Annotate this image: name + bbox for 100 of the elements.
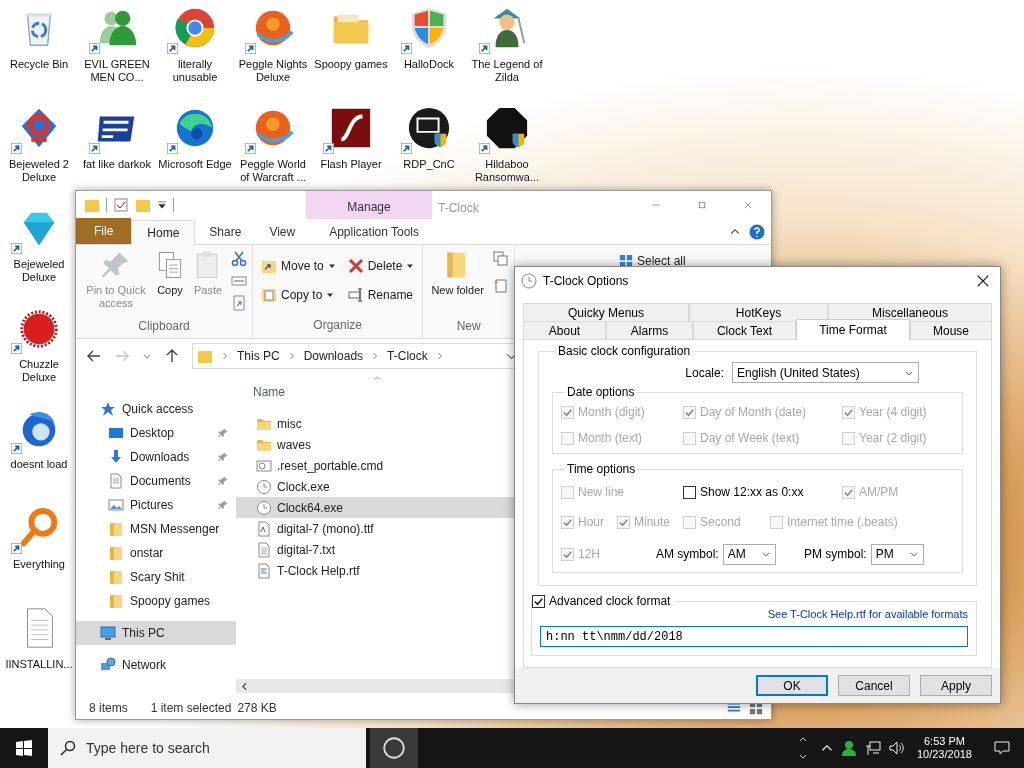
- dialog-button[interactable]: OK: [756, 675, 828, 696]
- ribbon-button[interactable]: Delete: [347, 253, 415, 279]
- desktop-icon-label[interactable]: doesnt load: [1, 458, 77, 471]
- nav-item[interactable]: Documents: [76, 469, 236, 493]
- desktop-icon-label[interactable]: Spoopy games: [313, 58, 389, 71]
- checkbox[interactable]: [532, 594, 545, 608]
- computer-icon: [100, 625, 116, 641]
- checkbox-label: Internet time (.beats): [787, 514, 898, 531]
- back-arrow-icon[interactable]: [86, 348, 102, 364]
- group-title: Date options: [566, 384, 636, 401]
- folder-icon: [197, 348, 213, 364]
- close-icon[interactable]: [976, 273, 990, 288]
- nav-item[interactable]: onstar: [76, 541, 236, 565]
- tab[interactable]: HotKeys: [689, 303, 828, 321]
- ribbon-tab[interactable]: File: [76, 218, 132, 244]
- breadcrumb[interactable]: This PC: [237, 347, 280, 365]
- details-view-icon[interactable]: [727, 701, 741, 715]
- properties-icon[interactable]: [113, 197, 129, 213]
- desktop-icon-label[interactable]: Microsoft Edge: [157, 158, 233, 171]
- tab[interactable]: About: [523, 321, 606, 339]
- chevron-down-icon: [908, 549, 919, 559]
- dropdown[interactable]: AM: [722, 543, 776, 565]
- tab[interactable]: Miscellaneous: [828, 303, 992, 321]
- shortcut-arrow-icon: [11, 243, 22, 254]
- ribbon-tab[interactable]: View: [255, 219, 310, 244]
- nav-item[interactable]: Scary Shit: [76, 565, 236, 589]
- desktop-icon-label[interactable]: HalloDock: [391, 58, 467, 71]
- scroll-left-icon: [240, 681, 249, 691]
- desktop-icon-label[interactable]: The Legend of Zilda: [469, 58, 545, 84]
- taskbar-button[interactable]: [370, 728, 418, 768]
- shortcut-arrow-icon: [11, 443, 22, 454]
- shortcut-file-icon[interactable]: [231, 295, 247, 311]
- nav-item[interactable]: MSN Messenger: [76, 517, 236, 541]
- breadcrumb[interactable]: T-Clock: [387, 347, 428, 365]
- folder-icon: [108, 521, 124, 537]
- clock[interactable]: 6:53 PM 10/23/2018: [908, 735, 980, 761]
- ribbon-button[interactable]: New folder: [428, 245, 487, 317]
- desktop-icon-label[interactable]: Peggle Nights Deluxe: [235, 58, 311, 84]
- desktop-icon-label[interactable]: IINSTALLIN...: [1, 658, 77, 671]
- nav-item[interactable]: This PC: [76, 621, 236, 645]
- stacked-pages-icon[interactable]: [492, 251, 509, 267]
- network-icon[interactable]: [864, 740, 881, 756]
- dialog-button[interactable]: Apply: [920, 675, 992, 696]
- chevron-down-icon: [760, 549, 771, 559]
- new-item-icon[interactable]: [492, 277, 509, 293]
- desktop-icon-label[interactable]: Chuzzle Deluxe: [1, 358, 77, 384]
- desktop-icon-label[interactable]: Peggle World of Warcraft ...: [235, 158, 311, 184]
- desktop-icon-label[interactable]: literally unusable: [157, 58, 233, 84]
- ribbon-tab[interactable]: Application Tools: [315, 219, 434, 244]
- notification-icon[interactable]: [994, 740, 1010, 756]
- nav-item[interactable]: Desktop: [76, 421, 236, 445]
- format-field[interactable]: h:nn tt\nmm/dd/2018: [540, 626, 968, 647]
- help-link[interactable]: See T-Clock Help.rtf for available formats: [767, 606, 968, 623]
- desktop-icon-label[interactable]: RDP_CnC: [391, 158, 467, 171]
- checkbox[interactable]: [683, 485, 696, 499]
- dialog-button[interactable]: Cancel: [838, 675, 910, 696]
- clock-icon: [521, 272, 537, 289]
- desktop-icon-label[interactable]: Bejeweled Deluxe: [1, 258, 77, 284]
- nav-item[interactable]: Spoopy games: [76, 589, 236, 613]
- nav-item[interactable]: Pictures: [76, 493, 236, 517]
- nav-item[interactable]: Network: [76, 653, 236, 677]
- person-icon[interactable]: [840, 740, 857, 756]
- desktop-icon-label[interactable]: Everything: [1, 558, 77, 571]
- checkbox-label: Year (4 digit): [859, 404, 927, 421]
- desktop-icon-label[interactable]: Recycle Bin: [1, 58, 77, 71]
- ribbon-tab[interactable]: Share: [195, 219, 256, 244]
- monitor-icon[interactable]: [406, 105, 452, 151]
- desktop-icon-label[interactable]: Flash Player: [313, 158, 389, 171]
- nav-item[interactable]: Quick access: [76, 397, 236, 421]
- tab[interactable]: Quicky Menus: [523, 303, 689, 321]
- help-icon[interactable]: [749, 224, 765, 240]
- tab[interactable]: Alarms: [606, 321, 693, 339]
- tab[interactable]: Mouse: [910, 321, 992, 339]
- search-field[interactable]: Type here to search: [48, 728, 366, 768]
- group-title: Basic clock configuration: [557, 343, 692, 360]
- ribbon-button[interactable]: Rename: [347, 282, 415, 308]
- tab[interactable]: Clock Text: [693, 321, 796, 339]
- desktop-icon-label[interactable]: Hildaboo Ransomwa...: [469, 158, 545, 184]
- desktop-icon-label[interactable]: Bejeweled 2 Deluxe: [1, 158, 77, 184]
- ribbon-button[interactable]: Copy to: [261, 282, 336, 308]
- dropdown[interactable]: PM: [870, 543, 924, 565]
- desktop-icon-label[interactable]: fat like darkok: [79, 158, 155, 171]
- breadcrumb[interactable]: Downloads: [303, 347, 364, 365]
- ribbon-group-label: Clipboard: [137, 318, 191, 335]
- scissors-icon[interactable]: [231, 251, 247, 267]
- ribbon-tab[interactable]: Home: [131, 220, 196, 245]
- dropdown[interactable]: English (United States): [732, 362, 919, 383]
- up-arrow-icon[interactable]: [164, 348, 180, 364]
- folder-icon: [108, 545, 124, 561]
- scroll-arrows-icon[interactable]: [798, 735, 807, 761]
- ribbon-button[interactable]: Move to: [261, 253, 336, 279]
- volume-icon[interactable]: [888, 740, 905, 756]
- nav-item[interactable]: Downloads: [76, 445, 236, 469]
- octagon-icon[interactable]: [484, 105, 530, 151]
- tab[interactable]: Time Format: [796, 319, 910, 340]
- customize-dropdown-icon[interactable]: [157, 200, 167, 210]
- desktop-icon-label[interactable]: EVIL GREEN MEN CO...: [79, 58, 155, 84]
- ribbon-button[interactable]: Copy: [151, 245, 189, 317]
- chevron-down-icon[interactable]: [142, 351, 152, 361]
- start-icon[interactable]: [16, 740, 32, 756]
